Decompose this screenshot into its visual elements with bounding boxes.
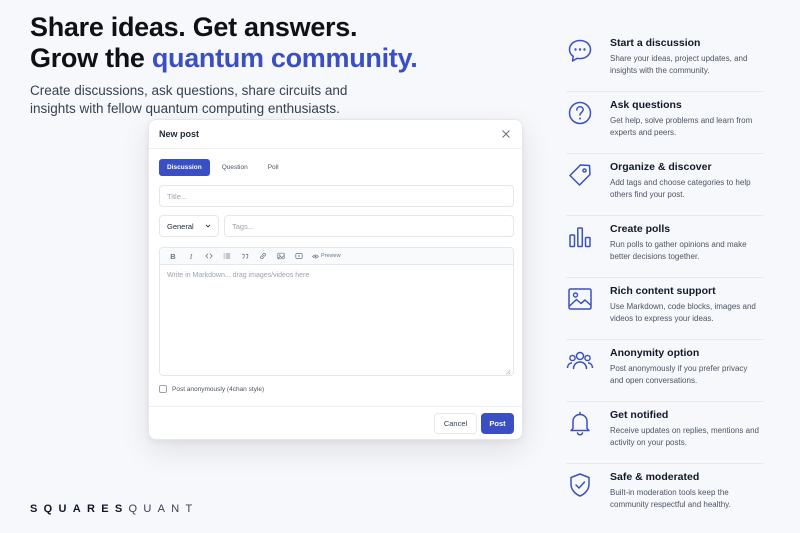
- users-icon: [566, 347, 594, 375]
- feature-title: Create polls: [610, 223, 671, 235]
- code-button[interactable]: [202, 249, 216, 263]
- image-icon: [566, 285, 594, 313]
- link-button[interactable]: [256, 249, 270, 263]
- feature-desc: Post anonymously if you prefer privacy a…: [610, 364, 748, 385]
- feature-text: Anonymity option Post anonymously if you…: [610, 347, 762, 401]
- hero-headline-line1: Share ideas. Get answers.: [30, 12, 358, 42]
- code-icon: [205, 253, 213, 259]
- feature-list: Start a discussion Share your ideas, pro…: [566, 30, 764, 526]
- feature-text: Create polls Run polls to gather opinion…: [610, 223, 762, 277]
- modal-header: New post: [149, 120, 522, 149]
- shield-icon: [566, 471, 594, 499]
- anonymous-option: Post anonymously (4chan style): [159, 385, 264, 393]
- feature-desc: Share your ideas, project updates, and i…: [610, 54, 748, 75]
- cancel-button[interactable]: Cancel: [434, 413, 477, 434]
- feature-text: Start a discussion Share your ideas, pro…: [610, 37, 762, 91]
- post-button[interactable]: Post: [481, 413, 514, 434]
- quote-button[interactable]: [238, 249, 252, 263]
- feature-title: Rich content support: [610, 285, 716, 297]
- hero-subtitle: Create discussions, ask questions, share…: [30, 83, 348, 116]
- modal-title: New post: [159, 129, 200, 139]
- title-input[interactable]: Title...: [159, 185, 514, 207]
- resize-handle-icon[interactable]: [505, 369, 511, 375]
- video-icon: [295, 253, 303, 259]
- tags-input[interactable]: Tags...: [224, 215, 514, 237]
- bold-button[interactable]: B: [166, 249, 180, 263]
- feature-title: Start a discussion: [610, 37, 701, 49]
- brand-part2: QUANT: [128, 503, 199, 515]
- hero-headline: Share ideas. Get answers. Grow the quant…: [30, 12, 550, 74]
- bell-icon: [566, 409, 594, 437]
- feature-desc: Add tags and choose categories to help o…: [610, 178, 751, 199]
- feature-title: Ask questions: [610, 99, 682, 111]
- tab-question[interactable]: Question: [214, 159, 256, 176]
- feature-item: Ask questions Get help, solve problems a…: [566, 92, 764, 154]
- editor-placeholder: Write in Markdown... drag images/videos …: [167, 272, 310, 279]
- bar-chart-icon: [566, 223, 594, 251]
- feature-item: Safe & moderated Built-in moderation too…: [566, 464, 764, 526]
- quote-icon: [242, 254, 249, 259]
- hero-headline-line2-prefix: Grow the: [30, 43, 152, 73]
- anonymous-label: Post anonymously (4chan style): [172, 385, 265, 393]
- post-type-tabs: Discussion Question Poll: [159, 159, 287, 176]
- question-icon: [566, 99, 594, 127]
- feature-item: Organize & discover Add tags and choose …: [566, 154, 764, 216]
- feature-title: Safe & moderated: [610, 471, 700, 483]
- editor-textarea[interactable]: Write in Markdown... drag images/videos …: [160, 265, 513, 375]
- brand-logo: SQUARESQUANT: [30, 503, 199, 515]
- feature-title: Get notified: [610, 409, 669, 421]
- feature-item: Rich content support Use Markdown, code …: [566, 278, 764, 340]
- italic-button[interactable]: I: [184, 249, 198, 263]
- category-select[interactable]: General: [159, 215, 219, 237]
- brand-part1: SQUARES: [30, 503, 129, 515]
- list-icon: [223, 253, 231, 259]
- feature-desc: Receive updates on replies, mentions and…: [610, 426, 759, 447]
- feature-desc: Use Markdown, code blocks, images and vi…: [610, 302, 756, 323]
- list-button[interactable]: [220, 249, 234, 263]
- editor-toolbar: B I Preview: [160, 248, 513, 265]
- title-placeholder: Title...: [167, 191, 188, 201]
- feature-item: Anonymity option Post anonymously if you…: [566, 340, 764, 402]
- hero-headline-accent: quantum community.: [151, 43, 418, 73]
- feature-desc: Built-in moderation tools keep the commu…: [610, 488, 731, 509]
- preview-label: Preview: [321, 253, 341, 259]
- category-value: General: [167, 221, 194, 231]
- close-icon[interactable]: [500, 128, 512, 140]
- markdown-editor: B I Preview Write in Markdown... drag im…: [159, 247, 514, 376]
- feature-item: Get notified Receive updates on replies,…: [566, 402, 764, 464]
- eye-icon: [312, 254, 319, 258]
- feature-title: Organize & discover: [610, 161, 712, 173]
- feature-text: Organize & discover Add tags and choose …: [610, 161, 762, 215]
- preview-button[interactable]: Preview: [312, 253, 341, 260]
- modal-footer-divider: [149, 406, 522, 407]
- feature-desc: Get help, solve problems and learn from …: [610, 116, 753, 137]
- image-button[interactable]: [274, 249, 288, 263]
- feature-item: Start a discussion Share your ideas, pro…: [566, 30, 764, 92]
- feature-text: Get notified Receive updates on replies,…: [610, 409, 762, 463]
- anonymous-checkbox[interactable]: [159, 385, 167, 393]
- feature-text: Rich content support Use Markdown, code …: [610, 285, 762, 339]
- image-icon: [277, 252, 285, 260]
- feature-text: Ask questions Get help, solve problems a…: [610, 99, 762, 153]
- feature-title: Anonymity option: [610, 347, 700, 359]
- chat-icon: [566, 37, 594, 65]
- tab-poll[interactable]: Poll: [260, 159, 287, 176]
- tags-placeholder: Tags...: [232, 221, 255, 231]
- hero: Share ideas. Get answers. Grow the quant…: [30, 12, 550, 118]
- feature-text: Safe & moderated Built-in moderation too…: [610, 471, 762, 526]
- tag-icon: [566, 161, 594, 189]
- link-icon: [260, 252, 266, 260]
- feature-desc: Run polls to gather opinions and make be…: [610, 240, 747, 261]
- tab-discussion[interactable]: Discussion: [159, 159, 210, 176]
- chevron-down-icon: [205, 224, 211, 228]
- feature-item: Create polls Run polls to gather opinion…: [566, 216, 764, 278]
- video-button[interactable]: [292, 249, 306, 263]
- new-post-modal: New post Discussion Question Poll Title.…: [148, 119, 523, 440]
